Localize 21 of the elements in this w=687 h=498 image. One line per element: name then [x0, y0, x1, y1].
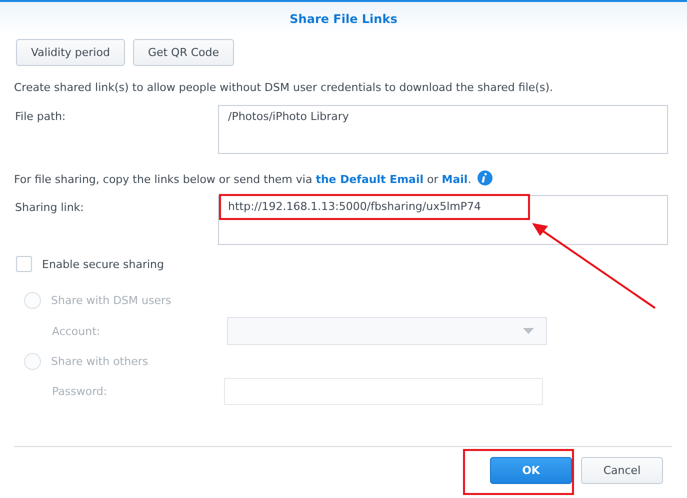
caret-icon	[523, 328, 534, 334]
share-note: For file sharing, copy the links below or send them via the Default Email or Mail.	[14, 170, 687, 186]
email-link[interactable]: the Default Email	[316, 173, 424, 186]
field-label: Sharing link:	[15, 200, 85, 214]
field-label: Password:	[52, 385, 108, 398]
account-dropdown[interactable]	[227, 317, 547, 345]
validity-period-button[interactable]: Validity period	[16, 39, 125, 66]
dialog-title: Share File Links	[290, 12, 398, 26]
description-text: Create shared link(s) to allow people without DSM user credentials to download the shared file(s).	[14, 81, 554, 94]
qr-code-button[interactable]: Get QR Code	[132, 39, 234, 66]
cancel-button[interactable]: Cancel	[581, 457, 663, 484]
mail-link[interactable]: Mail	[442, 173, 468, 186]
checkbox[interactable]	[16, 256, 32, 272]
field-label: Account:	[52, 324, 102, 338]
option-label: Share with others	[51, 355, 148, 368]
checkbox-label: Enable secure sharing	[42, 258, 164, 270]
option-label: Share with DSM users	[51, 294, 172, 307]
file-path-field[interactable]: /Photos/iPhoto Library	[218, 105, 668, 154]
password-field[interactable]	[224, 378, 543, 405]
info-icon[interactable]	[478, 170, 493, 186]
field-label: File path:	[15, 109, 67, 123]
